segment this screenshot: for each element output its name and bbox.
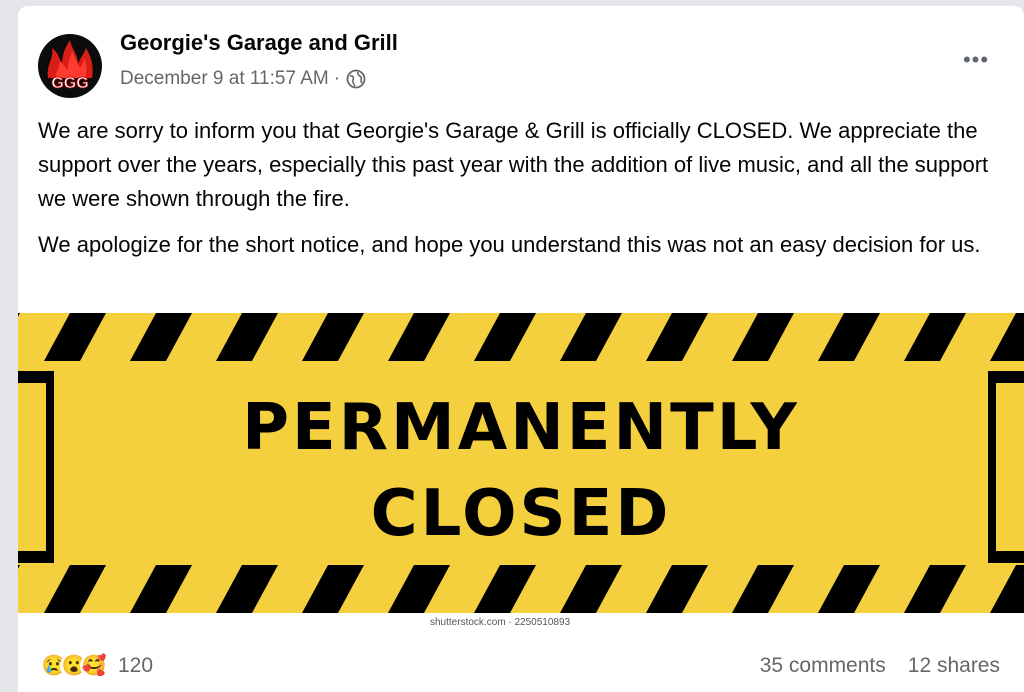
post-body: We are sorry to inform you that Georgie'… (38, 114, 1004, 274)
flame-logo-icon: GGG (47, 40, 93, 92)
comments-count-link[interactable]: 35 comments (760, 654, 886, 678)
permanently-closed-banner: PERMANENTLY CLOSED (18, 313, 1024, 631)
more-options-icon[interactable]: ••• (958, 42, 994, 78)
avatar-initials: GGG (51, 75, 88, 92)
hazard-edge-right-inner (996, 383, 1024, 551)
banner-line-1: PERMANENTLY (242, 391, 800, 465)
engagement-counts: 35 comments 12 shares (760, 654, 1000, 678)
post-paragraph-1: We are sorry to inform you that Georgie'… (38, 118, 989, 211)
reaction-count[interactable]: 120 (118, 654, 153, 678)
engagement-bar: 😢 😮 🥰 120 35 comments 12 shares (18, 638, 1024, 692)
post-timestamp[interactable]: December 9 at 11:57 AM (120, 68, 329, 90)
care-reaction-icon: 🥰 (80, 652, 108, 680)
image-watermark: shutterstock.com · 2250510893 (430, 617, 571, 628)
post-header: GGG Georgie's Garage and Grill December … (18, 6, 1024, 106)
post-meta: December 9 at 11:57 AM · (120, 68, 366, 90)
page-name-link[interactable]: Georgie's Garage and Grill (120, 30, 398, 56)
reactions-summary[interactable]: 😢 😮 🥰 120 (40, 652, 153, 680)
globe-icon[interactable] (346, 69, 366, 89)
post-paragraph-2: We apologize for the short notice, and h… (38, 232, 981, 257)
post-image[interactable]: PERMANENTLY CLOSED (18, 313, 1024, 631)
shares-count-link[interactable]: 12 shares (908, 654, 1000, 678)
page-avatar[interactable]: GGG (38, 34, 102, 98)
hazard-edge-left-inner (18, 383, 46, 551)
meta-separator: · (333, 68, 341, 89)
post-card: GGG Georgie's Garage and Grill December … (18, 6, 1024, 692)
banner-line-2: CLOSED (371, 477, 672, 551)
